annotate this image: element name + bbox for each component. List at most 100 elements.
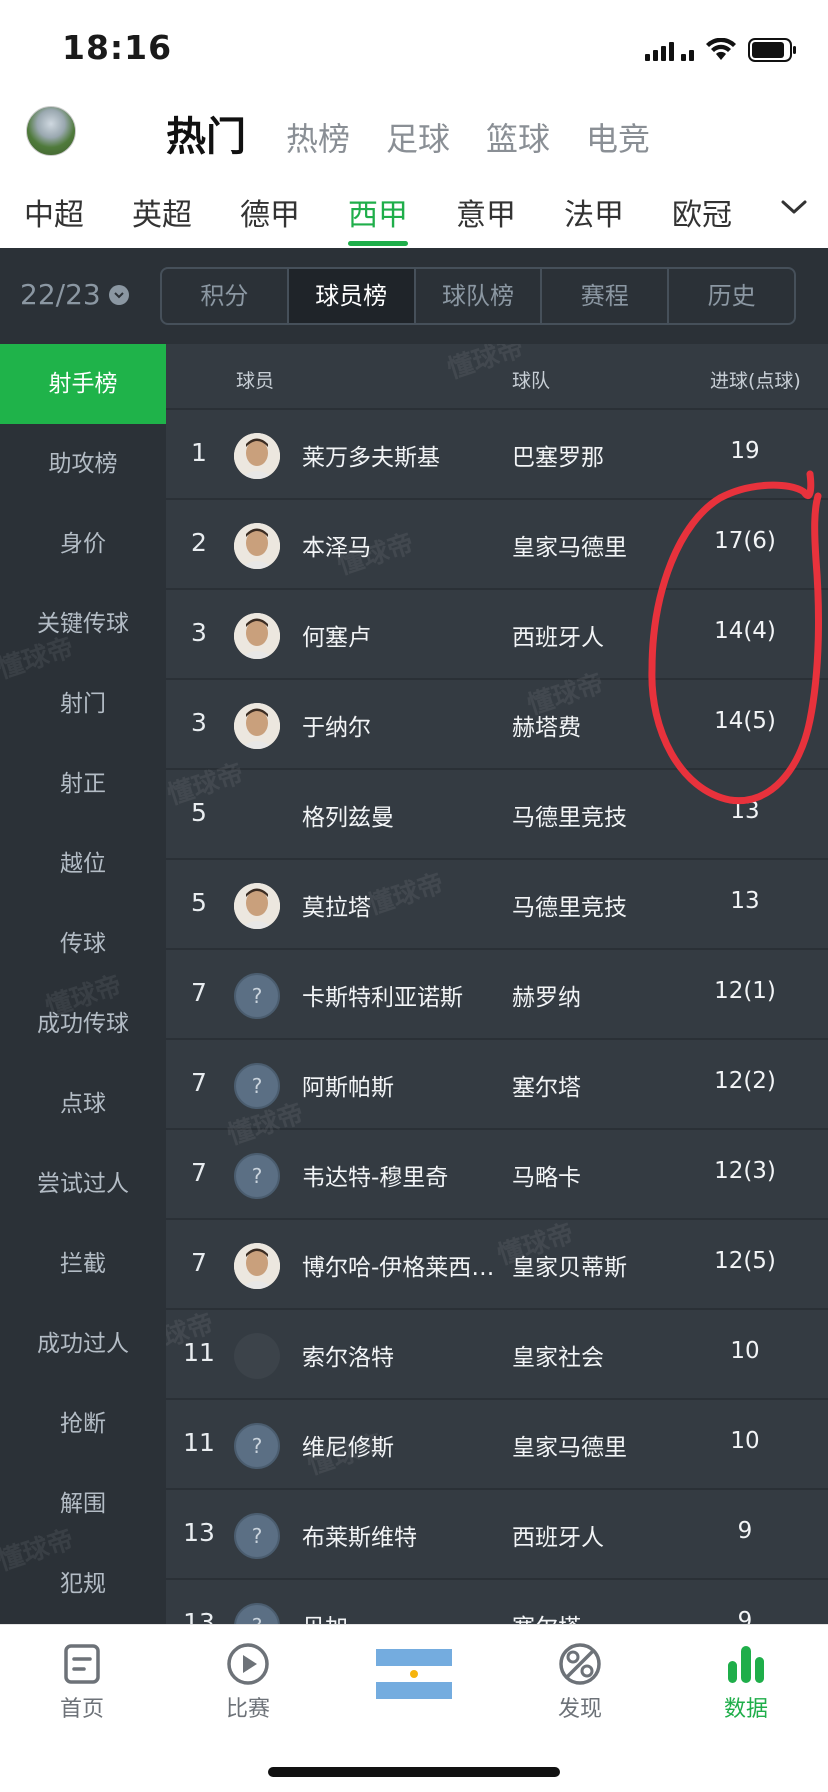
stat-category-sidebar: 射手榜 助攻榜 身价 关键传球 射门 射正 越位 传球 成功传球 点球 尝试过人… [0,344,166,1624]
player-name: 阿斯帕斯 [302,1075,394,1101]
sidebar-item-penalties[interactable]: 点球 [0,1064,166,1144]
player-avatar [234,1243,280,1289]
sidebar-item-assists[interactable]: 助攻榜 [0,424,166,504]
player-rank: 13 [183,1518,215,1547]
sidebar-item-top-scorers[interactable]: 射手榜 [0,344,166,424]
player-goals: 17(6) [714,528,776,554]
player-goals: 12(3) [714,1158,776,1184]
player-rank: 5 [191,888,207,917]
placeholder-avatar-icon: ? [234,1153,280,1199]
player-rank: 5 [191,798,207,827]
sidebar-item-fouls[interactable]: 犯规 [0,1544,166,1624]
sidebar-item-successful-dribbles[interactable]: 成功过人 [0,1304,166,1384]
player-name: 卡斯特利亚诺斯 [302,985,463,1011]
player-name: 韦达特-穆里奇 [302,1165,449,1191]
table-row[interactable]: 7? 韦达特-穆里奇 马略卡 12(3) [166,1128,828,1218]
table-row[interactable]: 13? 贝加塞尔塔 9 [166,1578,828,1624]
league-tab-ligue1[interactable]: 法甲 [564,190,624,234]
table-row[interactable]: 5 莫拉塔 马德里竞技 13 [166,858,828,948]
table-row[interactable]: 7? 卡斯特利亚诺斯 赫罗纳 12(1) [166,948,828,1038]
sidebar-item-dribble-attempts[interactable]: 尝试过人 [0,1144,166,1224]
table-row[interactable]: 3 于纳尔 赫塔费 14(5) [166,678,828,768]
player-goals: 9 [737,1608,753,1624]
segment-standings[interactable]: 积分 [162,269,289,323]
table-row[interactable]: 5 格列兹曼 马德里竞技 13 [166,768,828,858]
sidebar-item-key-passes[interactable]: 关键传球 [0,584,166,664]
nav-data[interactable]: 数据 [686,1641,806,1723]
table-row[interactable]: 7? 阿斯帕斯 塞尔塔 12(2) [166,1038,828,1128]
stats-segment-control: 积分 球员榜 球队榜 赛程 历史 [160,267,796,325]
segment-history[interactable]: 历史 [669,269,794,323]
player-name: 格列兹曼 [302,805,394,831]
nav-home[interactable]: 首页 [22,1641,142,1723]
tab-basketball[interactable]: 篮球 [486,114,550,160]
table-row[interactable]: 7 博尔哈-伊格莱西亚斯 皇家贝蒂斯 12(5) [166,1218,828,1308]
segment-schedule[interactable]: 赛程 [542,269,670,323]
league-tab-epl[interactable]: 英超 [132,190,192,234]
player-name: 贝加 [302,1608,512,1624]
table-row[interactable]: 3 何塞卢 西班牙人 14(4) [166,588,828,678]
nav-matches[interactable]: 比赛 [188,1641,308,1723]
player-avatar [234,703,280,749]
argentina-flag-icon[interactable] [376,1649,452,1699]
tab-esports[interactable]: 电竞 [586,114,650,160]
player-name: 博尔哈-伊格莱西亚斯 [302,1255,512,1281]
sidebar-item-tackles[interactable]: 抢断 [0,1384,166,1464]
player-team: 塞尔塔 [512,1075,581,1101]
player-goals: 19 [730,438,760,464]
discover-icon [520,1641,640,1687]
placeholder-avatar-icon: ? [234,1063,280,1109]
sidebar-item-passes[interactable]: 传球 [0,904,166,984]
league-tab-bundesliga[interactable]: 德甲 [240,190,300,234]
player-team: 皇家社会 [512,1345,604,1371]
tab-hot[interactable]: 热门 [166,104,246,162]
sidebar-item-offsides[interactable]: 越位 [0,824,166,904]
segment-team-rankings[interactable]: 球队榜 [416,269,543,323]
main-tabs: 热门 热榜 足球 篮球 电竞 [166,104,686,162]
sidebar-item-value[interactable]: 身价 [0,504,166,584]
bar-chart-icon [686,1641,806,1687]
sidebar-item-shots-on-target[interactable]: 射正 [0,744,166,824]
player-avatar [234,523,280,569]
sidebar-item-interceptions[interactable]: 拦截 [0,1224,166,1304]
sidebar-item-successful-passes[interactable]: 成功传球 [0,984,166,1064]
player-goals: 12(5) [714,1248,776,1274]
tab-football[interactable]: 足球 [386,114,450,160]
tab-hot-list[interactable]: 热榜 [286,114,350,160]
column-header-team: 球队 [512,370,551,392]
user-avatar[interactable] [26,106,76,156]
league-tab-laliga[interactable]: 西甲 [348,190,408,234]
player-goals: 14(5) [714,708,776,734]
league-tab-ucl[interactable]: 欧冠 [672,190,732,234]
sidebar-item-shots[interactable]: 射门 [0,664,166,744]
player-rank: 1 [191,438,207,467]
top-header: 热门 热榜 足球 篮球 电竞 [0,96,828,172]
nav-data-label: 数据 [723,1697,768,1722]
scorers-table: 球员 球队 进球(点球) 1 莱万多夫斯基 巴塞罗那 19 2 本泽马 皇家马德里 17(6)… [166,344,828,1624]
table-row[interactable]: 11? 维尼修斯 皇家马德里 10 [166,1398,828,1488]
player-team: 马德里竞技 [512,895,627,921]
chevron-down-icon[interactable] [780,198,808,220]
player-team: 皇家马德里 [512,535,627,561]
table-row[interactable]: 1 莱万多夫斯基 巴塞罗那 19 [166,408,828,498]
league-tab-seriea[interactable]: 意甲 [456,190,516,234]
battery-icon [748,37,798,63]
sidebar-item-clearances[interactable]: 解围 [0,1464,166,1544]
status-icons [645,36,798,64]
player-team: 西班牙人 [512,625,604,651]
segment-player-rankings[interactable]: 球员榜 [288,269,416,323]
chevron-down-icon [108,284,129,305]
table-row[interactable]: 13? 布莱斯维特 西班牙人 9 [166,1488,828,1578]
table-row[interactable]: 2 本泽马 皇家马德里 17(6) [166,498,828,588]
table-row[interactable]: 11 索尔洛特 皇家社会 10 [166,1308,828,1398]
player-rank: 7 [191,978,207,1007]
nav-discover[interactable]: 发现 [520,1641,640,1723]
active-league-underline [348,241,408,246]
player-name: 索尔洛特 [302,1345,394,1371]
league-tab-csl[interactable]: 中超 [24,190,84,234]
season-selector[interactable]: 22/23 [20,278,129,311]
player-rank: 7 [191,1248,207,1277]
player-rank: 11 [183,1428,215,1457]
column-header-player: 球员 [236,370,275,392]
player-name: 维尼修斯 [302,1435,394,1461]
